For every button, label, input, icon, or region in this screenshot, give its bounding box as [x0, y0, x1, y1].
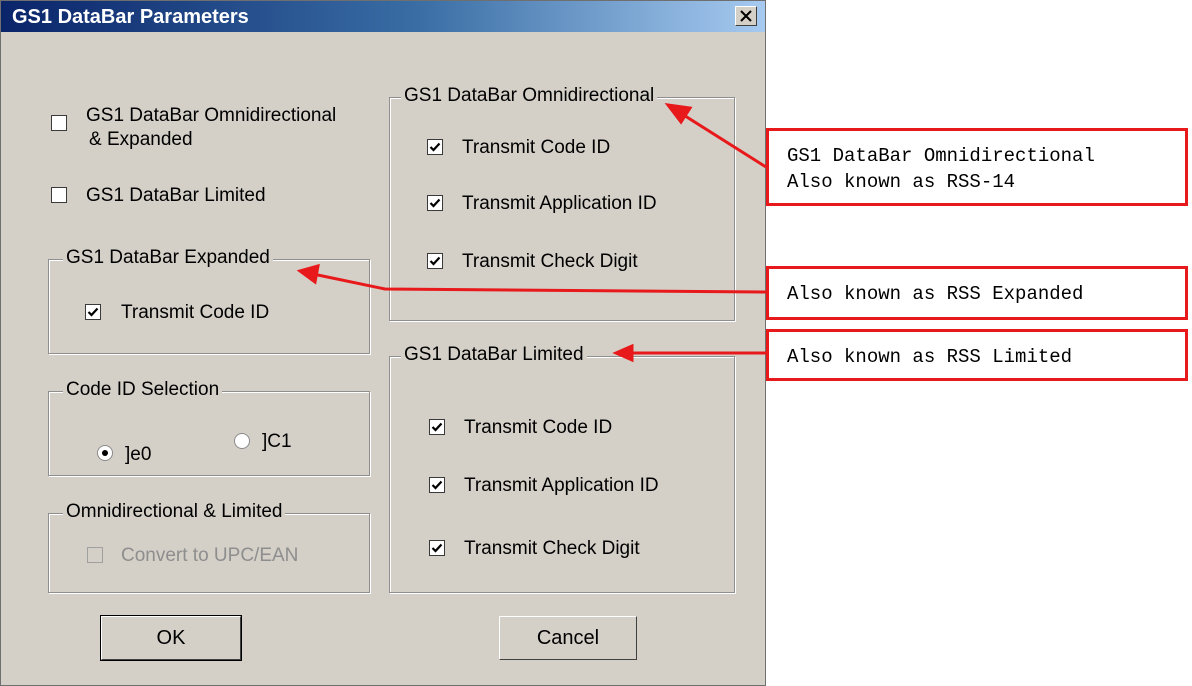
callout-expanded-text: Also known as RSS Expanded [787, 283, 1084, 305]
omni-expanded-label-line1: GS1 DataBar Omnidirectional [86, 105, 337, 126]
code-id-selection-group: Code ID Selection [48, 379, 370, 476]
convert-upc-ean-label: Convert to UPC/EAN [121, 545, 299, 566]
code-id-c1-label: ]C1 [262, 431, 292, 452]
callout-omnidirectional: GS1 DataBar Omnidirectional Also known a… [766, 128, 1188, 206]
checkmark-icon [431, 480, 443, 490]
limited-checkbox[interactable] [51, 187, 67, 203]
dialog-title: GS1 DataBar Parameters [12, 6, 249, 28]
gs1-databar-dialog: GS1 DataBar Parameters GS1 DataBar Omnid… [0, 0, 766, 686]
callout-limited: Also known as RSS Limited [766, 329, 1188, 381]
ok-button[interactable]: OK [100, 615, 242, 661]
code-id-e0-label: ]e0 [125, 444, 152, 465]
callout-omni-line2: Also known as RSS-14 [787, 171, 1016, 193]
omni-limited-title: Omnidirectional & Limited [63, 501, 286, 523]
omni-transmit-app-id-label: Transmit Application ID [462, 193, 657, 214]
limited-transmit-code-id-label: Transmit Code ID [464, 417, 613, 438]
limited-transmit-code-id-checkbox[interactable] [429, 419, 445, 435]
limited-transmit-check-digit-label: Transmit Check Digit [464, 538, 640, 559]
omni-transmit-code-id-label: Transmit Code ID [462, 137, 611, 158]
checkmark-icon [431, 422, 443, 432]
callout-expanded: Also known as RSS Expanded [766, 266, 1188, 320]
checkmark-icon [431, 543, 443, 553]
title-bar: GS1 DataBar Parameters [1, 1, 765, 32]
code-id-selection-title: Code ID Selection [63, 379, 223, 401]
radio-dot-icon [102, 450, 108, 456]
convert-upc-ean-checkbox[interactable] [87, 547, 103, 563]
callout-omni-line1: GS1 DataBar Omnidirectional [787, 145, 1095, 167]
limited-transmit-app-id-checkbox[interactable] [429, 477, 445, 493]
expanded-transmit-code-id-checkbox[interactable] [85, 304, 101, 320]
omni-transmit-check-digit-label: Transmit Check Digit [462, 251, 638, 272]
code-id-e0-radio[interactable] [97, 445, 113, 461]
checkmark-icon [429, 198, 441, 208]
omni-transmit-check-digit-checkbox[interactable] [427, 253, 443, 269]
omni-expanded-checkbox[interactable] [51, 115, 67, 131]
limited-transmit-app-id-label: Transmit Application ID [464, 475, 659, 496]
cancel-button[interactable]: Cancel [499, 616, 637, 660]
callout-limited-text: Also known as RSS Limited [787, 346, 1073, 368]
limited-group-title: GS1 DataBar Limited [401, 344, 587, 366]
close-icon [740, 10, 752, 22]
close-button[interactable] [735, 6, 757, 26]
omni-transmit-code-id-checkbox[interactable] [427, 139, 443, 155]
checkmark-icon [87, 307, 99, 317]
omnidirectional-group-title: GS1 DataBar Omnidirectional [401, 85, 658, 107]
code-id-c1-radio[interactable] [234, 433, 250, 449]
limited-label: GS1 DataBar Limited [86, 185, 266, 206]
expanded-group-title: GS1 DataBar Expanded [63, 247, 273, 269]
omni-expanded-label-line2: & Expanded [89, 129, 193, 150]
checkmark-icon [429, 256, 441, 266]
omni-transmit-app-id-checkbox[interactable] [427, 195, 443, 211]
checkmark-icon [429, 142, 441, 152]
limited-transmit-check-digit-checkbox[interactable] [429, 540, 445, 556]
expanded-transmit-code-id-label: Transmit Code ID [121, 302, 270, 323]
